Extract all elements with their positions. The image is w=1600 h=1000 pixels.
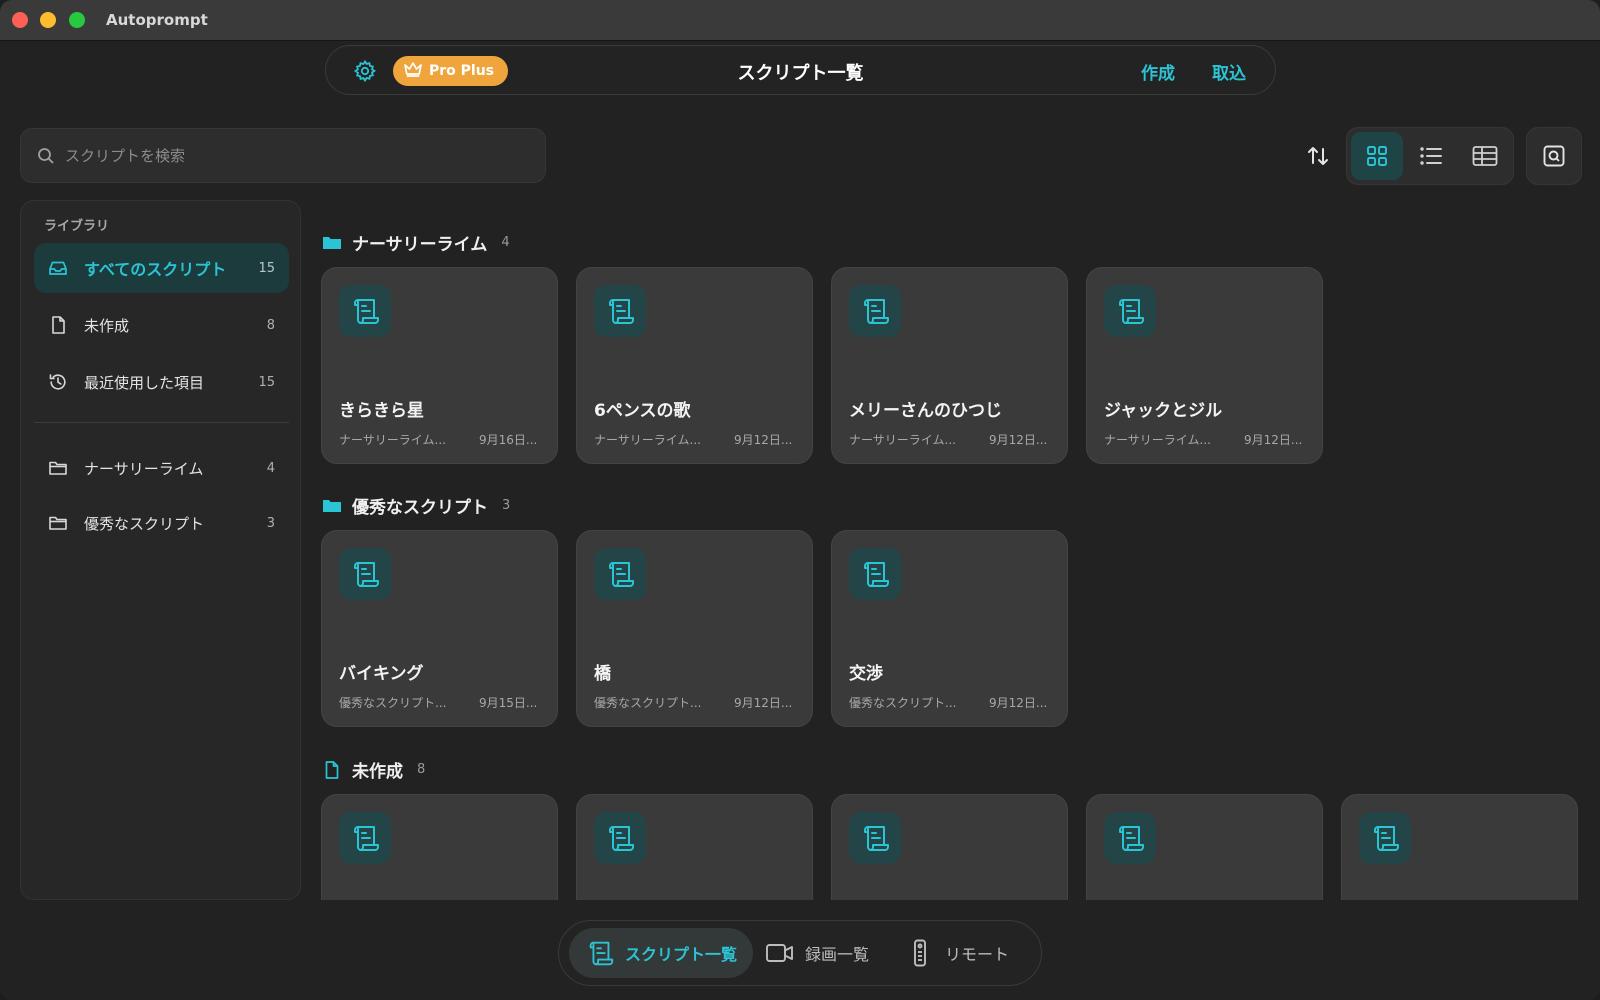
- library-sidebar: ライブラリ すべてのスクリプト 15 未作成 8 最近使用した項目 15 ナーサ…: [20, 200, 301, 900]
- sidebar-item-label: ナーサリーライム: [84, 459, 204, 478]
- script-date: 9月12日...: [734, 696, 793, 710]
- search-icon: [37, 147, 55, 165]
- script-folder: ナーサリーライム...: [339, 433, 446, 447]
- sidebar-item-recent[interactable]: 最近使用した項目 15: [34, 357, 289, 407]
- import-button[interactable]: 取込: [1212, 59, 1246, 84]
- create-button[interactable]: 作成: [1141, 59, 1175, 84]
- script-card[interactable]: ジャックとジル ナーサリーライム... 9月12日...: [1086, 267, 1323, 464]
- sidebar-item-count: 8: [266, 317, 275, 333]
- script-title: 6ペンスの歌: [594, 401, 691, 421]
- script-title: 交渉: [849, 664, 883, 684]
- script-title: 橋: [594, 664, 611, 684]
- script-icon: [849, 548, 901, 600]
- history-icon: [48, 372, 68, 392]
- script-icon: [585, 938, 615, 968]
- sidebar-folder-nursery-rhymes[interactable]: ナーサリーライム 4: [34, 443, 289, 493]
- sort-icon[interactable]: [1305, 143, 1331, 169]
- view-mode-switcher: [1346, 127, 1514, 185]
- folder-icon: [48, 513, 68, 533]
- tab-label: 録画一覧: [805, 945, 870, 964]
- script-date: 9月12日...: [989, 696, 1048, 710]
- bottom-tab-bar: スクリプト一覧 録画一覧 リモート: [558, 920, 1042, 986]
- script-date: 9月12日...: [989, 433, 1048, 447]
- script-folder: 優秀なスクリプト...: [594, 696, 702, 710]
- table-view-icon[interactable]: [1459, 132, 1511, 180]
- script-title: ジャックとジル: [1104, 401, 1223, 421]
- sidebar-item-count: 4: [266, 460, 275, 476]
- script-card[interactable]: バイキング 優秀なスクリプト... 9月15日...: [321, 530, 558, 727]
- sidebar-item-unwritten[interactable]: 未作成 8: [34, 300, 289, 350]
- script-card[interactable]: きらきら星 ナーサリーライム... 9月16日...: [321, 267, 558, 464]
- grid-view-icon[interactable]: [1351, 132, 1403, 180]
- sidebar-item-label: 優秀なスクリプト: [84, 514, 205, 533]
- script-grid: きらきら星 ナーサリーライム... 9月16日... 6ペンスの歌 ナーサリーラ…: [312, 200, 1600, 900]
- video-camera-icon: [765, 938, 795, 968]
- page-title: スクリプト一覧: [737, 63, 864, 84]
- script-icon: [1104, 285, 1156, 337]
- close-window-button[interactable]: [12, 12, 28, 28]
- script-icon: [594, 548, 646, 600]
- script-icon: [849, 285, 901, 337]
- script-icon: [339, 285, 391, 337]
- script-title: メリーさんのひつじ: [849, 401, 1002, 421]
- script-card[interactable]: [1086, 794, 1323, 900]
- tab-label: スクリプト一覧: [625, 945, 738, 964]
- script-date: 9月15日...: [479, 696, 538, 710]
- title-bar: Autoprompt: [0, 0, 1600, 41]
- minimize-window-button[interactable]: [40, 12, 56, 28]
- script-folder: ナーサリーライム...: [849, 433, 956, 447]
- sidebar-heading: ライブラリ: [44, 219, 110, 234]
- tray-icon: [48, 258, 68, 278]
- search-input[interactable]: [65, 129, 525, 182]
- tab-script-list[interactable]: スクリプト一覧: [569, 928, 754, 978]
- tab-remote[interactable]: リモート: [889, 928, 1025, 978]
- sidebar-folder-excellent-scripts[interactable]: 優秀なスクリプト 3: [34, 498, 289, 548]
- script-icon: [1359, 812, 1411, 864]
- sidebar-item-label: すべてのスクリプト: [84, 260, 227, 279]
- script-card[interactable]: [321, 794, 558, 900]
- list-view-icon[interactable]: [1405, 132, 1457, 180]
- script-folder: ナーサリーライム...: [594, 433, 701, 447]
- sidebar-item-all-scripts[interactable]: すべてのスクリプト 15: [34, 243, 289, 293]
- script-card[interactable]: [831, 794, 1068, 900]
- script-icon: [594, 812, 646, 864]
- script-icon: [849, 812, 901, 864]
- document-icon: [48, 315, 68, 335]
- script-card[interactable]: メリーさんのひつじ ナーサリーライム... 9月12日...: [831, 267, 1068, 464]
- sidebar-item-label: 最近使用した項目: [84, 373, 205, 392]
- script-title: バイキング: [339, 664, 424, 684]
- script-card[interactable]: [576, 794, 813, 900]
- sidebar-item-count: 15: [258, 374, 275, 390]
- script-icon: [594, 285, 646, 337]
- tab-recordings[interactable]: 録画一覧: [749, 928, 885, 978]
- sidebar-item-count: 15: [258, 260, 275, 276]
- top-toolbar: Pro Plus スクリプト一覧 作成 取込: [325, 45, 1276, 95]
- script-icon: [339, 548, 391, 600]
- sidebar-item-label: 未作成: [84, 316, 130, 335]
- remote-icon: [905, 938, 935, 968]
- script-card[interactable]: [1341, 794, 1578, 900]
- script-date: 9月16日...: [479, 433, 538, 447]
- app-title: Autoprompt: [106, 11, 208, 29]
- app-window: Autoprompt Pro Plus スクリプト一覧 作成 取込 スクリプトを…: [0, 0, 1600, 1000]
- script-date: 9月12日...: [1244, 433, 1303, 447]
- script-card[interactable]: 橋 優秀なスクリプト... 9月12日...: [576, 530, 813, 727]
- zoom-window-button[interactable]: [69, 12, 85, 28]
- script-icon: [339, 812, 391, 864]
- search-bar: [20, 128, 546, 183]
- tab-label: リモート: [945, 945, 1010, 964]
- script-card[interactable]: 交渉 優秀なスクリプト... 9月12日...: [831, 530, 1068, 727]
- script-card[interactable]: 6ペンスの歌 ナーサリーライム... 9月12日...: [576, 267, 813, 464]
- script-folder: 優秀なスクリプト...: [849, 696, 957, 710]
- script-folder: 優秀なスクリプト...: [339, 696, 447, 710]
- script-title: きらきら星: [339, 401, 424, 421]
- script-icon: [1104, 812, 1156, 864]
- find-in-script-icon[interactable]: [1526, 127, 1582, 185]
- sidebar-item-count: 3: [266, 515, 275, 531]
- script-date: 9月12日...: [734, 433, 793, 447]
- script-folder: ナーサリーライム...: [1104, 433, 1211, 447]
- sidebar-divider: [34, 422, 289, 423]
- folder-icon: [48, 458, 68, 478]
